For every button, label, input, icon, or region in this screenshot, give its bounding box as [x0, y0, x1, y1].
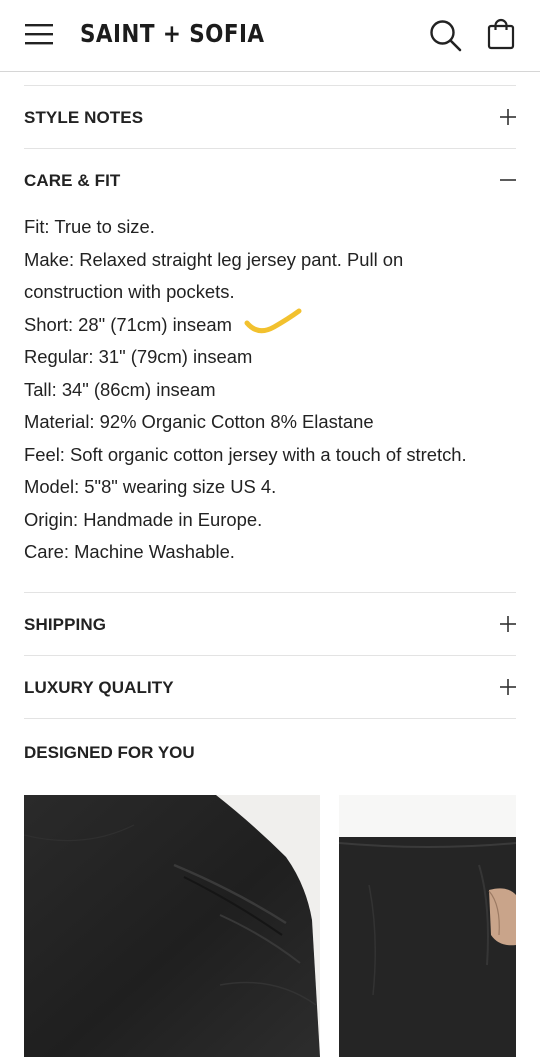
hamburger-menu-icon[interactable]: [24, 20, 54, 48]
care-line-regular: Regular: 31" (79cm) inseam: [24, 346, 253, 367]
accordion-luxury-quality[interactable]: LUXURY QUALITY: [24, 656, 516, 719]
plus-icon: [500, 109, 516, 125]
accordion-label: SHIPPING: [24, 615, 107, 634]
care-line-tall: Tall: 34" (86cm) inseam: [24, 378, 216, 400]
product-image-fabric-detail: [24, 795, 320, 1057]
care-line-origin: Origin: Handmade in Europe.: [24, 508, 263, 530]
care-fit-content: Fit: True to size. Make: Relaxed straigh…: [24, 211, 516, 569]
care-line-make: Make: Relaxed straight leg jersey pant. …: [24, 248, 404, 303]
designed-for-you-title: DESIGNED FOR YOU: [24, 743, 195, 762]
care-line-short: Short: 28" (71cm) inseam: [24, 313, 232, 335]
product-card[interactable]: [339, 795, 516, 1057]
accordion-label: CARE & FIT: [24, 171, 121, 190]
search-icon[interactable]: [428, 18, 462, 52]
product-image-model: [339, 795, 516, 1057]
site-header: SAINT + SOFIA: [0, 0, 540, 72]
care-line-material: Material: 92% Organic Cotton 8% Elastane: [24, 411, 374, 432]
care-line-feel: Feel: Soft organic cotton jersey with a …: [24, 443, 467, 465]
care-line-short-row: Short: 28" (71cm) inseam: [24, 308, 516, 342]
accordion-style-notes[interactable]: STYLE NOTES: [24, 86, 516, 149]
brand-logo[interactable]: SAINT + SOFIA: [80, 14, 264, 54]
plus-icon: [500, 616, 516, 632]
shopping-bag-icon[interactable]: [486, 18, 516, 50]
highlight-swoosh-mark: [244, 308, 302, 333]
product-card[interactable]: [24, 795, 320, 1057]
minus-icon: [500, 179, 516, 181]
plus-icon: [500, 679, 516, 695]
accordion-care-fit[interactable]: CARE & FIT: [24, 149, 516, 212]
accordion-label: STYLE NOTES: [24, 108, 144, 127]
care-line-fit: Fit: True to size.: [24, 216, 155, 237]
care-line-model: Model: 5"8" wearing size US 4.: [24, 476, 277, 497]
accordion-shipping[interactable]: SHIPPING: [24, 593, 516, 656]
care-line-care: Care: Machine Washable.: [24, 541, 235, 562]
accordion-label: LUXURY QUALITY: [24, 678, 174, 697]
